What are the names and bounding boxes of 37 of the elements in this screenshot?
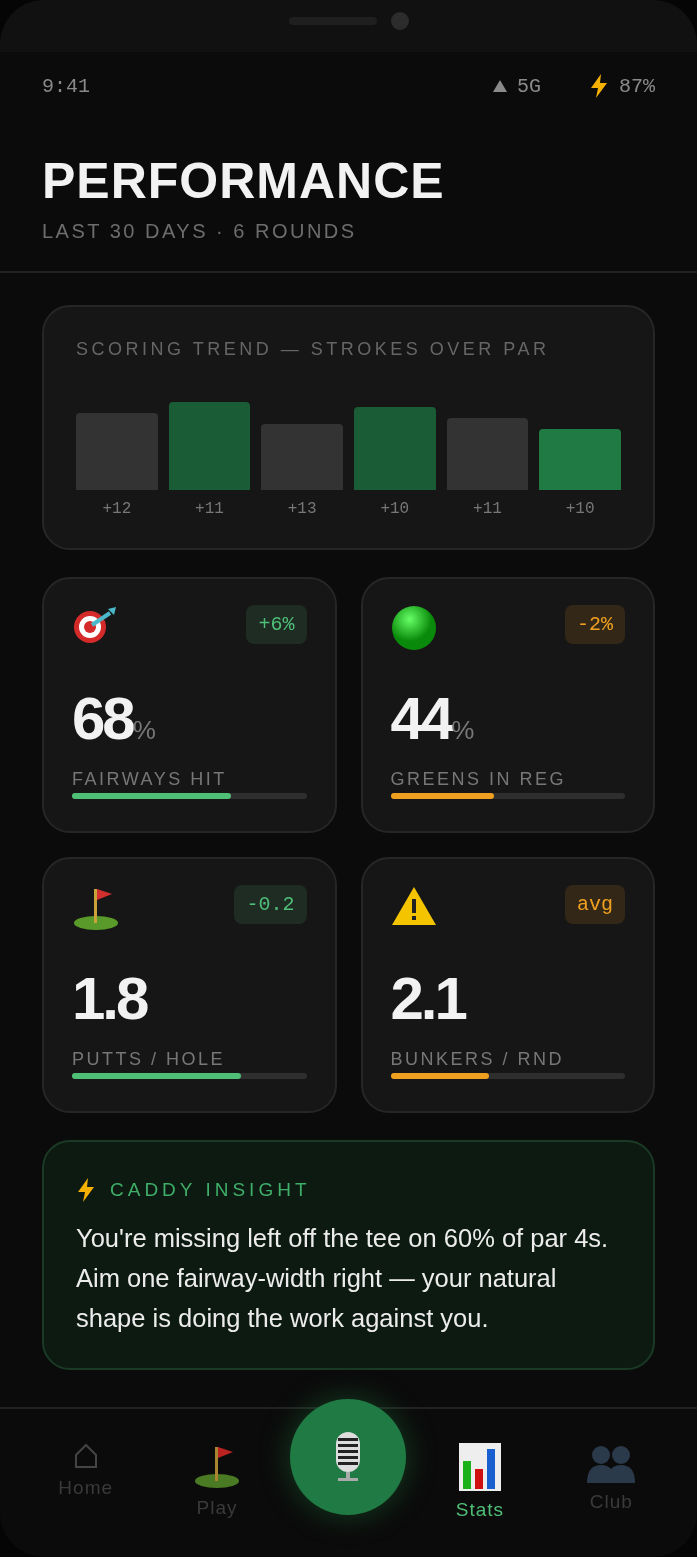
page-subtitle: LAST 30 DAYS · 6 ROUNDS <box>42 220 357 243</box>
stat-label: BUNKERS / RND <box>390 1049 565 1070</box>
battery-label: 87% <box>619 74 655 98</box>
warning-icon <box>390 885 437 927</box>
insight-title: CADDY INSIGHT <box>110 1179 311 1201</box>
people-icon <box>587 1443 636 1483</box>
bar-label: +12 <box>102 500 132 518</box>
camera-dot <box>390 12 409 30</box>
delta-badge: +6% <box>246 605 307 644</box>
bar-label: +11 <box>195 500 224 518</box>
nav-tab[interactable]: Stats <box>455 1443 505 1521</box>
home-icon <box>73 1443 98 1469</box>
stat-label: GREENS IN REG <box>390 769 567 790</box>
bar-chart-icon <box>458 1443 501 1491</box>
chart-title: SCORING TREND — STROKES OVER PAR <box>76 339 550 360</box>
lightning-icon <box>589 74 609 98</box>
signal-icon <box>492 80 507 92</box>
ball-icon <box>390 605 437 651</box>
stat-label: PUTTS / HOLE <box>72 1049 226 1070</box>
stat-value: 68% <box>72 689 156 749</box>
stat-value: 44% <box>390 689 475 749</box>
delta-badge: avg <box>565 885 625 924</box>
bar-label: +11 <box>473 500 502 518</box>
target-icon <box>72 605 118 645</box>
page-title: PERFORMANCE <box>42 156 445 206</box>
insight-text: You're missing left off the tee on 60% of par 4s. Aim one fairway-width right — your natural shape is doing the work against you. <box>76 1223 610 1334</box>
lightning-icon <box>76 1178 96 1202</box>
bar-label: +10 <box>380 500 410 518</box>
stat-label: FAIRWAYS HIT <box>72 769 227 790</box>
delta-badge: -2% <box>565 605 625 644</box>
delta-badge: -0.2 <box>234 885 307 924</box>
network-label: 5G <box>516 74 541 98</box>
status-time: 9:41 <box>42 74 90 98</box>
bar-label: +13 <box>287 500 317 518</box>
bar-label: +10 <box>565 500 595 518</box>
stat-value: 2.1 <box>390 969 465 1029</box>
stat-value: 1.8 <box>72 969 147 1029</box>
